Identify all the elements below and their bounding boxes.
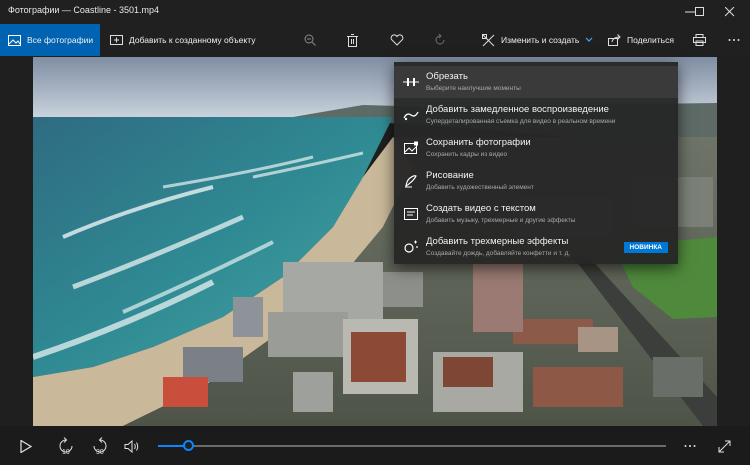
menu-item-subtitle: Создавайте дождь, добавляйте конфетти и …: [426, 250, 571, 257]
edit-create-button[interactable]: Изменить и создать: [482, 24, 593, 56]
more-icon: [728, 39, 740, 41]
menu-item-slow-motion[interactable]: Добавить замедленное воспроизведение Суп…: [394, 99, 678, 131]
new-badge: НОВИНКА: [623, 242, 668, 253]
playback-bar: 10 30: [0, 426, 750, 465]
edit-create-icon: [482, 33, 495, 46]
menu-item-draw[interactable]: Рисование Добавить художественный элемен…: [394, 165, 678, 197]
menu-item-subtitle: Добавить художественный элемент: [426, 184, 534, 191]
menu-item-3d-effects[interactable]: Добавить трехмерные эффекты Создавайте д…: [394, 231, 678, 263]
title-bar: Фотографии — Coastline - 3501.mp4: [0, 0, 750, 24]
add-to-object-label: Добавить к созданному объекту: [129, 35, 256, 45]
add-to-object-button[interactable]: Добавить к созданному объекту: [110, 24, 255, 56]
fullscreen-icon: [718, 440, 730, 452]
save-photo-icon: [402, 139, 420, 157]
volume-icon: [124, 439, 139, 453]
add-to-album-icon: [110, 34, 123, 45]
trim-icon: [402, 73, 420, 91]
play-button[interactable]: [12, 432, 40, 460]
fullscreen-button[interactable]: [710, 432, 738, 460]
close-icon: [725, 7, 735, 17]
rotate-icon: [435, 34, 445, 45]
delete-button[interactable]: [338, 24, 366, 56]
menu-item-subtitle: Выберите наилучшие моменты: [426, 85, 521, 92]
fast-forward-button[interactable]: 30: [86, 432, 114, 460]
heart-icon: [390, 34, 404, 46]
chevron-down-icon: [585, 37, 593, 42]
menu-item-title: Обрезать: [426, 71, 468, 82]
printer-icon: [692, 34, 706, 46]
print-button[interactable]: [685, 24, 713, 56]
menu-item-subtitle: Добавить музыку, трехмерные и другие эфф…: [426, 217, 576, 224]
zoom-button[interactable]: [296, 24, 324, 56]
more-options-button[interactable]: [720, 24, 748, 56]
zoom-icon: [304, 34, 316, 46]
share-icon: [608, 34, 621, 46]
menu-item-save-photos[interactable]: Сохранить фотографии Сохранить кадры из …: [394, 132, 678, 164]
trash-icon: [346, 33, 358, 47]
video-text-icon: [402, 205, 420, 223]
close-button[interactable]: [710, 0, 750, 24]
menu-item-title: Рисование: [426, 170, 474, 181]
menu-item-trim[interactable]: Обрезать Выберите наилучшие моменты: [394, 66, 678, 98]
menu-item-subtitle: Супердеталированная съемка для видео в р…: [426, 118, 616, 125]
menu-item-title: Добавить трехмерные эффекты: [426, 236, 569, 247]
rewind-seconds: 10: [62, 449, 70, 456]
maximize-icon: [695, 7, 704, 16]
edit-create-menu: Обрезать Выберите наилучшие моменты Доба…: [394, 62, 678, 264]
window-title: Фотографии — Coastline - 3501.mp4: [8, 5, 159, 15]
play-icon: [20, 439, 32, 453]
rewind-icon: 10: [59, 437, 73, 456]
edit-create-label: Изменить и создать: [501, 35, 580, 45]
draw-icon: [402, 172, 420, 190]
all-photos-button[interactable]: Все фотографии: [0, 24, 100, 56]
more-icon: [684, 445, 696, 447]
menu-item-title: Добавить замедленное воспроизведение: [426, 104, 609, 115]
rotate-button[interactable]: [426, 24, 454, 56]
share-button[interactable]: Поделиться: [608, 24, 674, 56]
more-playback-button[interactable]: [676, 432, 704, 460]
menu-item-title: Сохранить фотографии: [426, 137, 531, 148]
seek-bar-thumb[interactable]: [182, 440, 194, 451]
favorite-button[interactable]: [383, 24, 411, 56]
forward-seconds: 30: [96, 449, 104, 456]
rewind-button[interactable]: 10: [52, 432, 80, 460]
photo-icon: [8, 34, 21, 46]
menu-item-video-text[interactable]: Создать видео с текстом Добавить музыку,…: [394, 198, 678, 230]
share-label: Поделиться: [627, 35, 674, 45]
slow-motion-icon: [402, 106, 420, 124]
volume-button[interactable]: [118, 432, 146, 460]
toolbar: Все фотографии Добавить к созданному объ…: [0, 24, 750, 56]
menu-item-subtitle: Сохранить кадры из видео: [426, 151, 508, 158]
all-photos-label: Все фотографии: [27, 35, 94, 45]
fast-forward-icon: 30: [93, 437, 107, 456]
seek-bar[interactable]: [158, 445, 666, 447]
3d-effects-icon: [402, 238, 420, 256]
menu-item-title: Создать видео с текстом: [426, 203, 536, 214]
